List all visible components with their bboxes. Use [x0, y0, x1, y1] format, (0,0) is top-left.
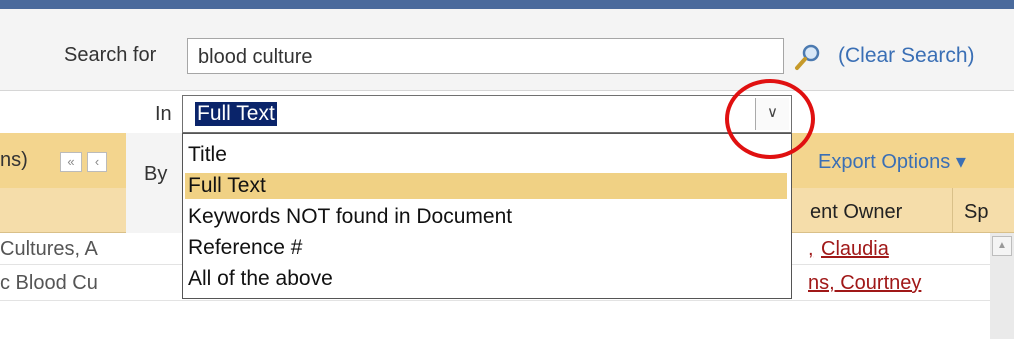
clear-search-link[interactable]: (Clear Search)	[838, 44, 975, 68]
in-label: In	[155, 103, 172, 125]
selected-value: Full Text	[195, 102, 277, 126]
option-title[interactable]: Title	[185, 142, 787, 168]
results-count-fragment: ns)	[0, 149, 28, 171]
search-in-select[interactable]: Full Text ∨	[182, 95, 792, 133]
first-page-button[interactable]: «	[60, 152, 82, 172]
document-owner-header[interactable]: ent Owner	[810, 201, 902, 224]
row-title-fragment: c Blood Cu	[0, 272, 98, 294]
option-keywords-not-found[interactable]: Keywords NOT found in Document	[185, 204, 787, 230]
prev-page-button[interactable]: ‹	[87, 152, 107, 172]
top-bar	[0, 0, 1014, 9]
divider	[0, 90, 1014, 91]
scroll-up-arrow-icon[interactable]: ▲	[992, 236, 1012, 256]
annotation-circle	[725, 79, 815, 159]
owner-prefix: ,	[808, 238, 814, 260]
search-in-dropdown-list: Title Full Text Keywords NOT found in Do…	[182, 133, 792, 299]
option-reference-number[interactable]: Reference #	[185, 235, 787, 261]
owner-link[interactable]: ns, Courtney	[808, 272, 921, 295]
option-all-of-above[interactable]: All of the above	[185, 266, 787, 292]
row-title-fragment: Cultures, A	[0, 238, 98, 260]
search-for-label: Search for	[64, 44, 157, 66]
column-separator	[952, 188, 953, 233]
option-full-text[interactable]: Full Text	[185, 173, 787, 199]
search-input[interactable]: blood culture	[187, 38, 784, 74]
search-icon[interactable]	[794, 43, 822, 71]
column-header-sp[interactable]: Sp	[964, 201, 988, 224]
by-label: By	[144, 163, 168, 185]
owner-link[interactable]: Claudia	[821, 238, 889, 261]
export-options-menu[interactable]: Export Options ▾	[818, 149, 966, 174]
